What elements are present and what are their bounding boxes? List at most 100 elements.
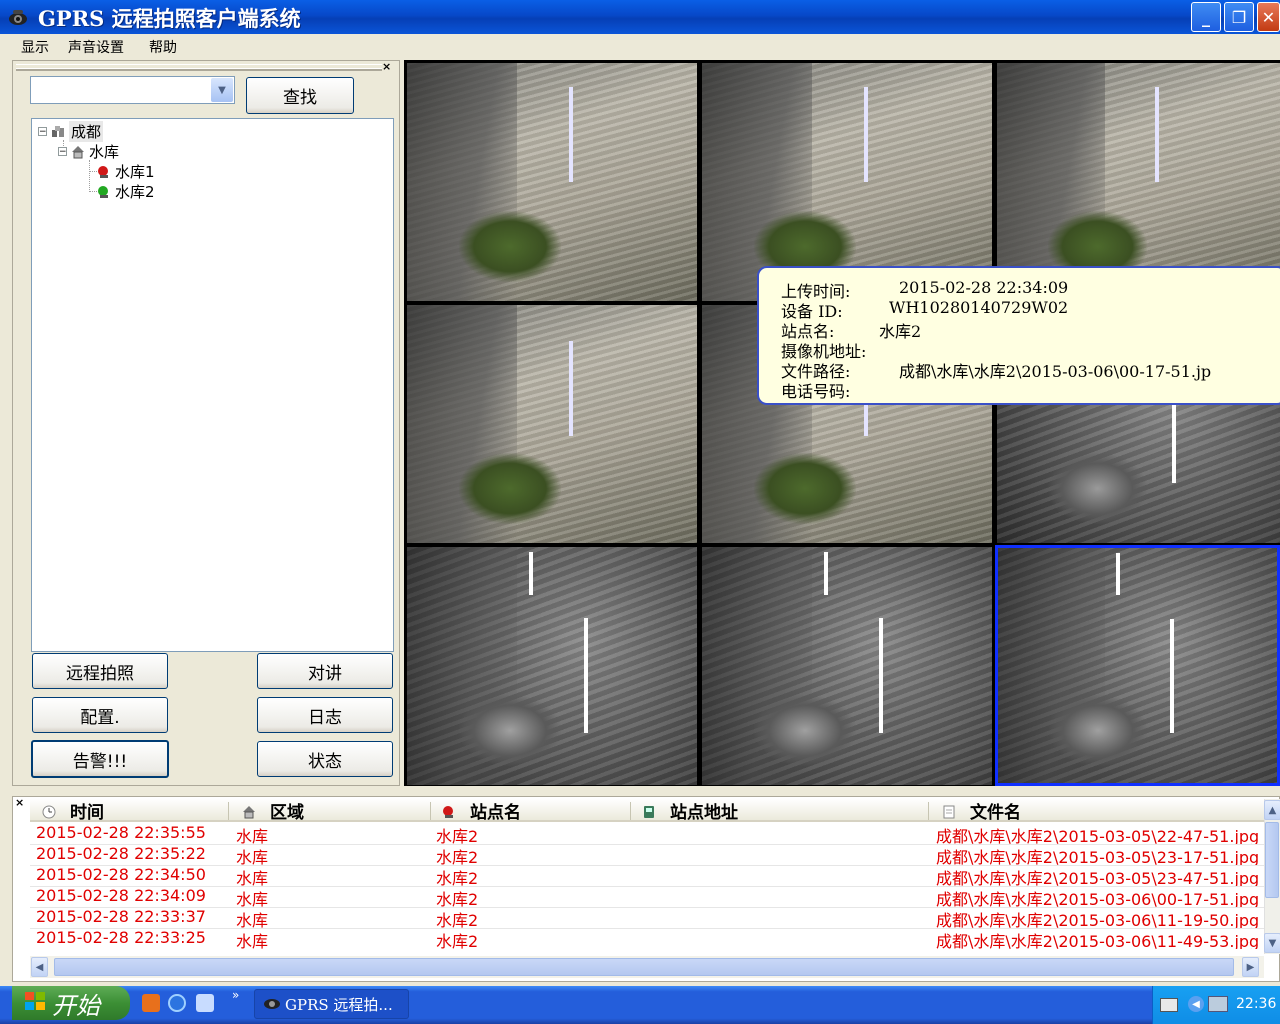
row-time: 2015-02-28 22:34:09 — [36, 886, 206, 905]
search-button[interactable]: 查找 — [246, 77, 354, 114]
network-icon — [51, 125, 65, 139]
tree-node-station-2[interactable]: 水库2 — [97, 181, 155, 202]
tray-expand-icon[interactable]: ◀ — [1188, 996, 1204, 1012]
tooltip-station: 水库2 — [879, 322, 922, 341]
row-time: 2015-02-28 22:35:22 — [36, 844, 206, 863]
column-station[interactable]: 站点名 — [442, 799, 521, 823]
taskbar — [0, 986, 1280, 1024]
device-icon — [642, 804, 656, 818]
image-cell[interactable] — [702, 547, 992, 785]
quicklaunch-more-icon[interactable]: » — [232, 988, 239, 1002]
column-station-address-label: 站点地址 — [670, 803, 738, 823]
close-button[interactable]: ✕ — [1257, 2, 1280, 32]
status-button[interactable]: 状态 — [257, 741, 393, 777]
left-panel-close-button[interactable]: × — [382, 60, 391, 73]
horizontal-scroll-thumb[interactable] — [54, 958, 1234, 976]
menu-display[interactable]: 显示 — [21, 37, 49, 57]
clock: 22:36 — [1236, 996, 1277, 1012]
menu-help[interactable]: 帮助 — [149, 37, 177, 57]
camera-green-icon — [97, 185, 111, 199]
scroll-down-icon[interactable]: ▼ — [1264, 933, 1280, 953]
internet-explorer-icon[interactable] — [168, 994, 186, 1012]
image-cell[interactable] — [407, 305, 697, 543]
tree-node-root[interactable]: − 成都 — [38, 121, 104, 142]
row-area: 水库 — [236, 932, 269, 949]
column-area-label: 区域 — [270, 803, 304, 823]
tree-connector — [89, 191, 97, 192]
camera-app-icon — [8, 8, 28, 26]
clock-icon — [42, 804, 56, 818]
table-row[interactable]: 2015-02-28 22:33:37 水库 水库2 成都\水库\水库2\201… — [30, 907, 1264, 928]
column-separator[interactable] — [228, 802, 229, 820]
row-station: 水库2 — [436, 890, 479, 907]
row-area: 水库 — [236, 827, 269, 844]
column-area[interactable]: 区域 — [242, 799, 304, 823]
camera-app-icon — [263, 994, 281, 1014]
column-separator[interactable] — [430, 802, 431, 820]
minimize-button[interactable]: _ — [1191, 2, 1221, 32]
row-area: 水库 — [236, 890, 269, 907]
keyboard-icon[interactable] — [1160, 998, 1178, 1012]
column-station-label: 站点名 — [470, 803, 521, 823]
search-combobox[interactable] — [30, 76, 235, 104]
menu-sound-settings[interactable]: 声音设置 — [68, 37, 124, 57]
row-station: 水库2 — [436, 911, 479, 928]
scroll-left-icon[interactable]: ◀ — [31, 957, 48, 977]
vertical-scroll-thumb[interactable] — [1265, 822, 1279, 898]
tree-node-station-1[interactable]: 水库1 — [97, 161, 155, 182]
quicklaunch-desktop-icon[interactable] — [142, 994, 160, 1012]
column-time[interactable]: 时间 — [42, 799, 104, 823]
tree-connector — [89, 160, 90, 192]
column-separator[interactable] — [630, 802, 631, 820]
column-filename[interactable]: 文件名 — [942, 799, 1021, 823]
row-time: 2015-02-28 22:34:50 — [36, 865, 206, 884]
selection-frame — [995, 545, 1280, 786]
table-row[interactable]: 2015-02-28 22:33:25 水库 水库2 成都\水库\水库2\201… — [30, 928, 1264, 949]
table-row[interactable]: 2015-02-28 22:34:50 水库 水库2 成都\水库\水库2\201… — [30, 865, 1264, 886]
scroll-right-icon[interactable]: ▶ — [1242, 957, 1259, 977]
image-cell[interactable] — [407, 547, 697, 785]
row-station: 水库2 — [436, 848, 479, 865]
table-row[interactable]: 2015-02-28 22:35:22 水库 水库2 成都\水库\水库2\201… — [30, 844, 1264, 865]
row-filename: 成都\水库\水库2\2015-03-06\11-49-53.jpg — [936, 932, 1260, 949]
image-cell[interactable] — [407, 63, 697, 301]
maximize-button[interactable]: ❐ — [1224, 2, 1254, 32]
row-time: 2015-02-28 22:35:55 — [36, 823, 206, 842]
row-area: 水库 — [236, 869, 269, 886]
tooltip-file-path: 成都\水库\水库2\2015-03-06\00-17-51.jp — [899, 362, 1212, 381]
log-panel-close-button[interactable]: × — [15, 796, 24, 809]
close-icon: ✕ — [1261, 7, 1276, 27]
alarm-button[interactable]: 告警!!! — [31, 740, 169, 778]
taskbar-item-label: GPRS 远程拍... — [285, 995, 393, 1014]
column-station-address[interactable]: 站点地址 — [642, 799, 738, 823]
quicklaunch-app-icon[interactable] — [196, 994, 214, 1012]
network-icon[interactable] — [1208, 996, 1228, 1012]
column-separator[interactable] — [928, 802, 929, 820]
column-time-label: 时间 — [70, 803, 104, 823]
house-icon — [242, 804, 256, 818]
menu-bar — [0, 34, 1280, 58]
chevron-down-icon[interactable]: ▼ — [211, 78, 233, 102]
row-station: 水库2 — [436, 827, 479, 844]
file-icon — [942, 804, 956, 818]
table-row[interactable]: 2015-02-28 22:35:55 水库 水库2 成都\水库\水库2\201… — [30, 823, 1264, 844]
row-filename: 成都\水库\水库2\2015-03-05\22-47-51.jpg — [936, 827, 1260, 844]
column-filename-label: 文件名 — [970, 803, 1021, 823]
table-row[interactable]: 2015-02-28 22:34:09 水库 水库2 成都\水库\水库2\201… — [30, 886, 1264, 907]
taskbar-item-gprs[interactable]: GPRS 远程拍... — [254, 989, 409, 1019]
remote-photo-button[interactable]: 远程拍照 — [32, 653, 168, 689]
row-station: 水库2 — [436, 869, 479, 886]
tree-node-root-label: 成都 — [69, 121, 104, 142]
intercom-button[interactable]: 对讲 — [257, 653, 393, 689]
scroll-up-icon[interactable]: ▲ — [1264, 800, 1280, 820]
window-title: GPRS 远程拍照客户端系统 — [38, 6, 301, 31]
start-button[interactable]: 开始 — [12, 986, 130, 1020]
row-area: 水库 — [236, 911, 269, 928]
collapse-icon[interactable]: − — [38, 127, 47, 137]
collapse-icon[interactable]: − — [58, 147, 67, 157]
config-button[interactable]: 配置. — [32, 697, 168, 733]
tree-connector — [89, 171, 97, 172]
tree-node-group[interactable]: − 水库 — [58, 141, 119, 162]
log-button[interactable]: 日志 — [257, 697, 393, 733]
tree-node-station-2-label: 水库2 — [115, 183, 155, 201]
